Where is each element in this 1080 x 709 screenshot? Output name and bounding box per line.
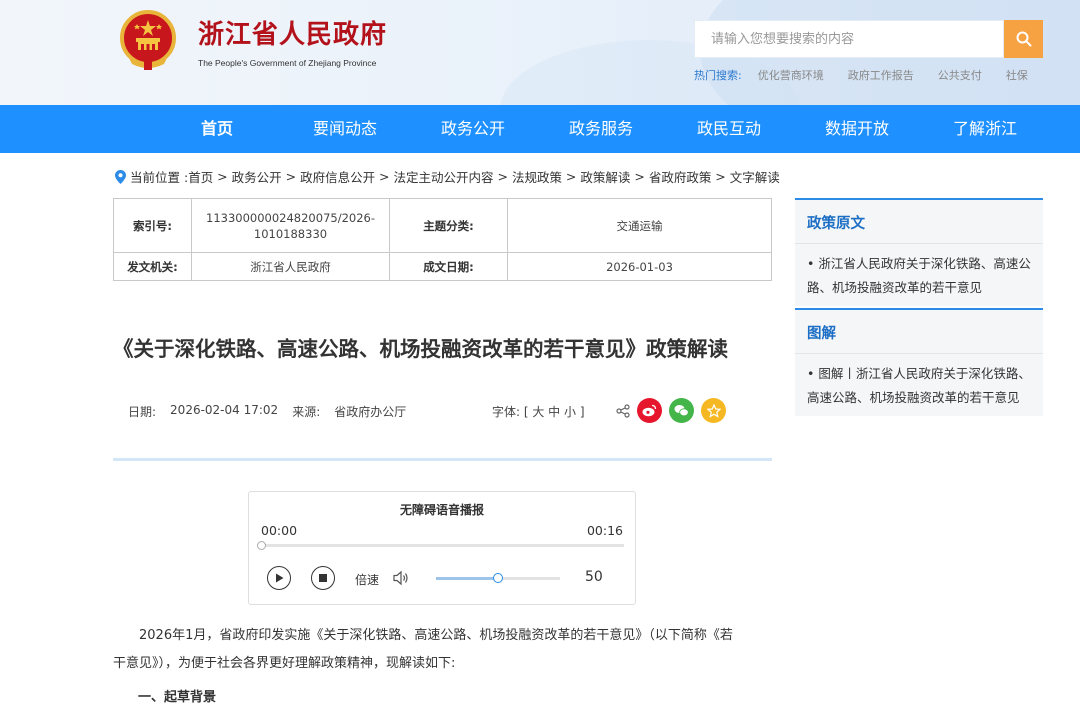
volume-icon[interactable] <box>392 569 410 587</box>
topic-value: 交通运输 <box>507 197 772 254</box>
hot-search: 热门搜索: 优化营商环境 政府工作报告 公共支付 社保 <box>694 67 1052 83</box>
nav-item-home[interactable]: 首页 <box>153 105 281 153</box>
breadcrumb-item[interactable]: 政策解读 <box>580 167 630 186</box>
date-label: 成文日期: <box>389 252 508 281</box>
breadcrumb-item[interactable]: 法规政策 <box>512 167 562 186</box>
nav-item-gov-affairs-open[interactable]: 政务公开 <box>409 105 537 153</box>
index-label: 索引号: <box>113 197 192 254</box>
index-value: 113300000024820075/2026-1010188330 <box>191 197 390 254</box>
progress-track[interactable] <box>262 544 624 547</box>
breadcrumb-item[interactable]: 文字解读 <box>730 167 780 186</box>
main-nav: 首页 要闻动态 政务公开 政务服务 政民互动 数据开放 了解浙江 <box>0 105 1080 153</box>
article-paragraph: 2026年1月，省政府印发实施《关于深化铁路、高速公路、机场投融资改革的若干意见… <box>113 628 733 671</box>
search-icon <box>1016 31 1031 47</box>
breadcrumb: 当前位置 : 首页 > 政务公开 > 政府信息公开 > 法定主动公开内容 > 法… <box>115 167 780 186</box>
location-pin-icon <box>115 169 126 184</box>
breadcrumb-item[interactable]: 省政府政策 <box>649 167 712 186</box>
hot-search-item[interactable]: 公共支付 <box>938 67 982 83</box>
sidebar-link[interactable]: • 图解丨浙江省人民政府关于深化铁路、高速公路、机场投融资改革的若干意见 <box>795 354 1043 420</box>
current-time: 00:00 <box>261 523 298 538</box>
breadcrumb-prefix: 当前位置 : <box>130 170 189 185</box>
nav-item-news[interactable]: 要闻动态 <box>281 105 409 153</box>
play-icon <box>276 573 284 583</box>
document-info-table: 索引号: 113300000024820075/2026-1010188330 … <box>113 197 772 281</box>
breadcrumb-item[interactable]: 法定主动公开内容 <box>394 167 494 186</box>
font-size-options[interactable]: [ 大 中 小 ] <box>524 405 585 419</box>
duration: 00:16 <box>586 523 623 538</box>
sidebar-policy-original: 政策原文 • 浙江省人民政府关于深化铁路、高速公路、机场投融资改革的若干意见 <box>795 198 1043 306</box>
speed-button[interactable]: 倍速 <box>355 571 379 588</box>
site-title[interactable]: 浙江省人民政府 <box>198 14 387 51</box>
issuer-label: 发文机关: <box>113 252 192 281</box>
site-subtitle: The People's Government of Zhejiang Prov… <box>198 58 377 68</box>
breadcrumb-item[interactable]: 首页 <box>188 167 213 186</box>
volume-value: 50 <box>585 569 603 585</box>
sidebar-graphic: 图解 • 图解丨浙江省人民政府关于深化铁路、高速公路、机场投融资改革的若干意见 <box>795 308 1043 416</box>
hot-search-item[interactable]: 优化营商环境 <box>758 67 824 83</box>
nav-item-gov-services[interactable]: 政务服务 <box>537 105 665 153</box>
share-icon[interactable] <box>616 403 630 418</box>
search-button[interactable] <box>1004 20 1043 58</box>
sidebar-link[interactable]: • 浙江省人民政府关于深化铁路、高速公路、机场投融资改革的若干意见 <box>795 244 1043 310</box>
play-button[interactable] <box>267 566 291 590</box>
article-title: 《关于深化铁路、高速公路、机场投融资改革的若干意见》政策解读 <box>113 337 728 361</box>
player-title: 无障碍语音播报 <box>399 503 484 517</box>
share-bar <box>616 398 726 423</box>
hot-search-item[interactable]: 政府工作报告 <box>848 67 914 83</box>
section-heading: 一、起草背景 <box>138 690 217 705</box>
progress-knob[interactable] <box>257 541 266 550</box>
source-value: 省政府办公厅 <box>334 405 407 419</box>
volume-knob[interactable] <box>493 573 503 583</box>
search-input[interactable]: 请输入您想要搜索的内容 <box>694 20 1004 58</box>
source-label: 来源: <box>292 405 321 419</box>
article-meta: 日期: 2026-02-04 17:02 来源: 省政府办公厅 <box>128 403 420 420</box>
date-value: 2026-01-03 <box>507 252 772 281</box>
date-label: 日期: <box>128 405 157 419</box>
nav-item-open-data[interactable]: 数据开放 <box>793 105 921 153</box>
nav-item-about-zhejiang[interactable]: 了解浙江 <box>921 105 1049 153</box>
sidebar-title: 政策原文 <box>807 216 865 232</box>
wechat-icon[interactable] <box>669 398 694 423</box>
nav-item-interaction[interactable]: 政民互动 <box>665 105 793 153</box>
topic-label: 主题分类: <box>389 197 508 254</box>
stop-icon <box>319 574 327 582</box>
title-divider <box>113 458 772 461</box>
stop-button[interactable] <box>311 566 335 590</box>
breadcrumb-item[interactable]: 政务公开 <box>232 167 282 186</box>
weibo-icon[interactable] <box>637 398 662 423</box>
national-emblem-icon[interactable] <box>118 10 178 72</box>
breadcrumb-item[interactable]: 政府信息公开 <box>300 167 375 186</box>
hot-search-label: 热门搜索: <box>694 69 742 82</box>
volume-fill <box>436 577 498 580</box>
font-size-label: 字体: <box>492 405 521 419</box>
date-value: 2026-02-04 17:02 <box>170 403 279 417</box>
site-header: 浙江省人民政府 The People's Government of Zheji… <box>0 0 1080 105</box>
hot-search-item[interactable]: 社保 <box>1006 67 1028 83</box>
sidebar-title: 图解 <box>807 326 836 342</box>
font-size-switch: 字体: [ 大 中 小 ] <box>492 403 585 420</box>
issuer-value: 浙江省人民政府 <box>191 252 390 281</box>
audio-player: 无障碍语音播报 00:00 00:16 倍速 50 <box>248 491 636 605</box>
favorite-star-icon[interactable] <box>701 398 726 423</box>
